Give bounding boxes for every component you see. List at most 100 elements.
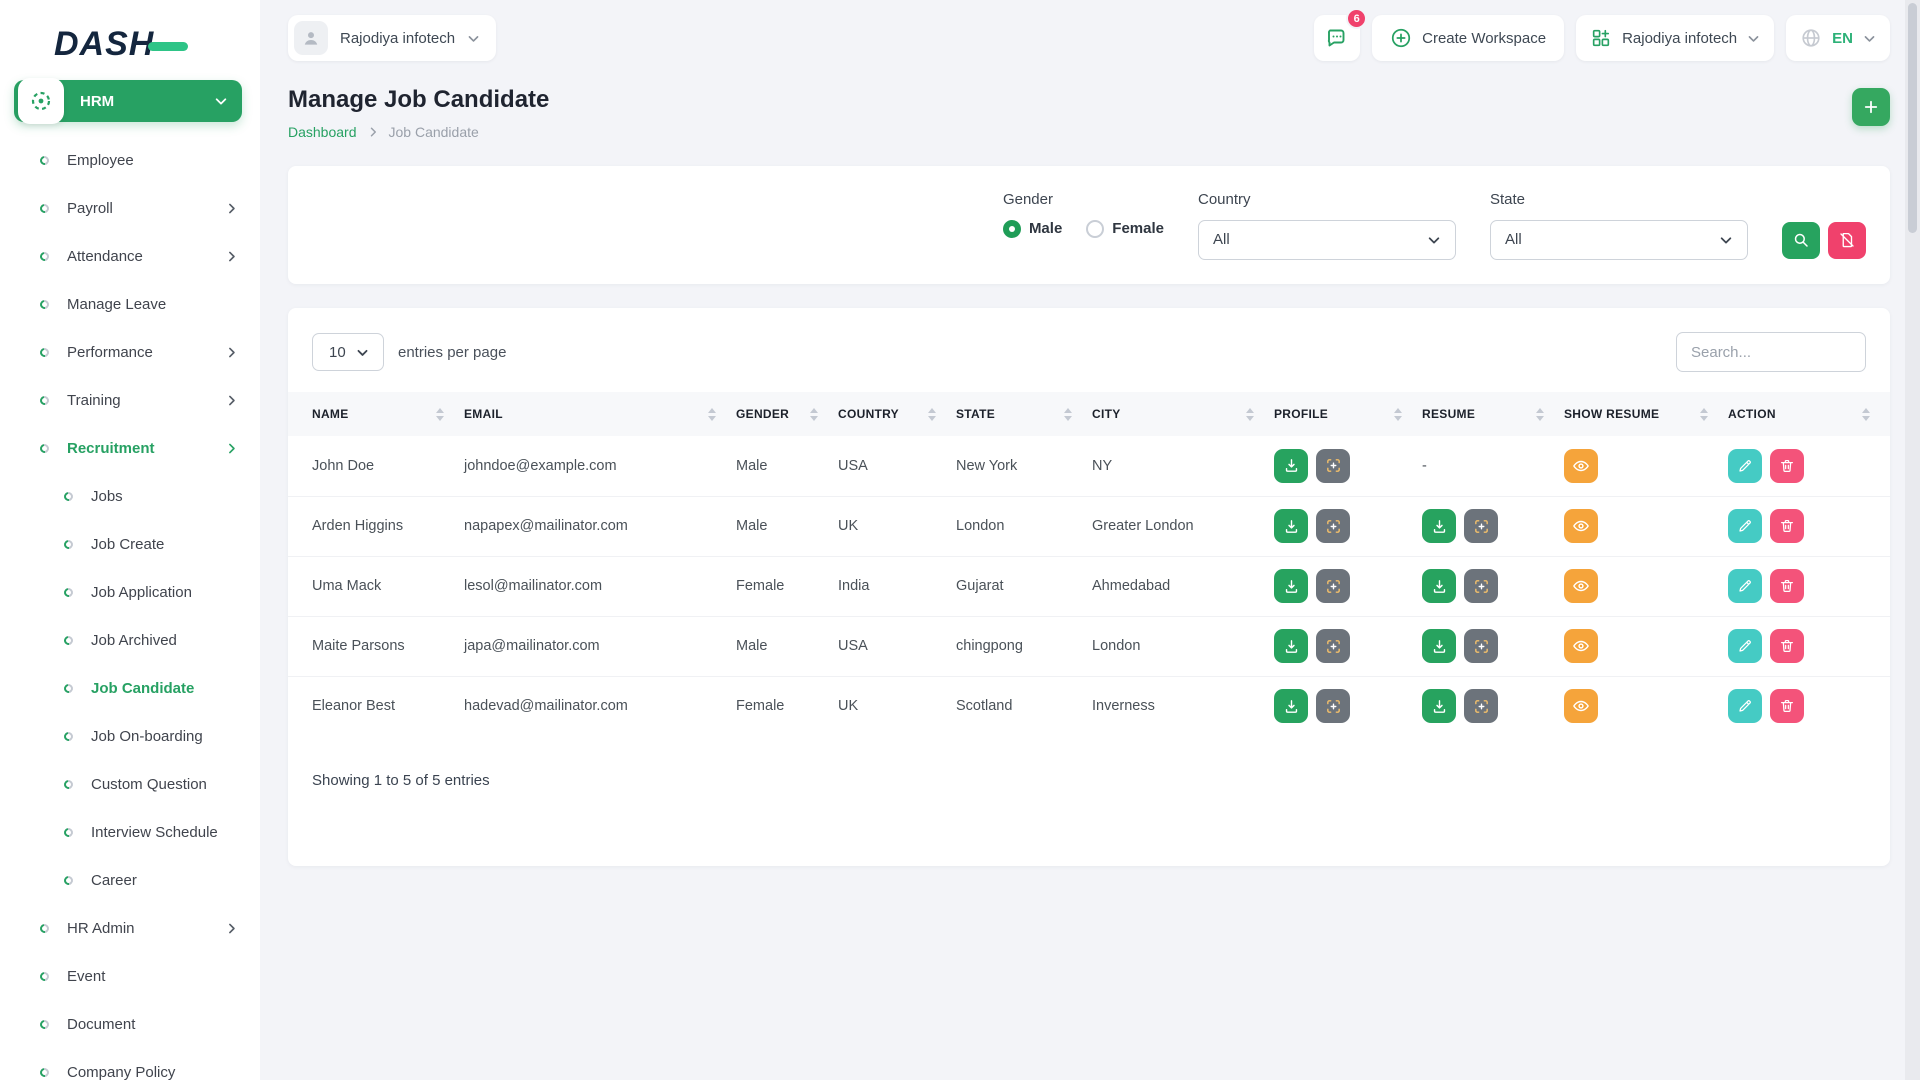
create-workspace-button[interactable]: Create Workspace xyxy=(1372,15,1564,61)
resume-download-button[interactable] xyxy=(1422,509,1456,543)
sidebar-item-job-create[interactable]: Job Create xyxy=(0,520,260,568)
sidebar-item-job-on-boarding[interactable]: Job On-boarding xyxy=(0,712,260,760)
profile-view-button[interactable] xyxy=(1316,629,1350,663)
delete-candidate-button[interactable] xyxy=(1770,509,1804,543)
cell-city: Greater London xyxy=(1092,496,1274,556)
resume-view-button[interactable] xyxy=(1464,689,1498,723)
delete-candidate-button[interactable] xyxy=(1770,629,1804,663)
profile-view-button[interactable] xyxy=(1316,689,1350,723)
edit-candidate-button[interactable] xyxy=(1728,509,1762,543)
sidebar-item-performance[interactable]: Performance xyxy=(0,328,260,376)
bullet-icon xyxy=(62,538,75,551)
profile-download-button[interactable] xyxy=(1274,689,1308,723)
column-label: ACTION xyxy=(1728,407,1776,421)
app-logo[interactable]: DASH xyxy=(0,0,260,64)
scan-view-icon xyxy=(1325,698,1342,715)
show-resume-button[interactable] xyxy=(1564,629,1598,663)
sidebar-item-document[interactable]: Document xyxy=(0,1000,260,1048)
sidebar-item-employee[interactable]: Employee xyxy=(0,136,260,184)
sidebar-item-job-application[interactable]: Job Application xyxy=(0,568,260,616)
column-header-email[interactable]: EMAIL xyxy=(464,392,736,436)
profile-download-button[interactable] xyxy=(1274,509,1308,543)
column-header-country[interactable]: COUNTRY xyxy=(838,392,956,436)
gender-female-radio[interactable]: Female xyxy=(1086,220,1164,238)
chat-bubble-icon xyxy=(1325,26,1349,50)
edit-candidate-button[interactable] xyxy=(1728,629,1762,663)
resume-download-button[interactable] xyxy=(1422,629,1456,663)
show-resume-button[interactable] xyxy=(1564,569,1598,603)
column-header-action[interactable]: ACTION xyxy=(1728,392,1890,436)
profile-download-button[interactable] xyxy=(1274,449,1308,483)
profile-view-button[interactable] xyxy=(1316,449,1350,483)
sidebar-item-training[interactable]: Training xyxy=(0,376,260,424)
resume-download-button[interactable] xyxy=(1422,689,1456,723)
resume-view-button[interactable] xyxy=(1464,509,1498,543)
edit-candidate-button[interactable] xyxy=(1728,689,1762,723)
column-header-gender[interactable]: GENDER xyxy=(736,392,838,436)
delete-candidate-button[interactable] xyxy=(1770,689,1804,723)
profile-download-button[interactable] xyxy=(1274,569,1308,603)
sidebar-item-custom-question[interactable]: Custom Question xyxy=(0,760,260,808)
column-header-show-resume[interactable]: SHOW RESUME xyxy=(1564,392,1728,436)
edit-candidate-button[interactable] xyxy=(1728,449,1762,483)
country-select[interactable]: All xyxy=(1198,220,1456,260)
sidebar-item-manage-leave[interactable]: Manage Leave xyxy=(0,280,260,328)
sidebar-item-career[interactable]: Career xyxy=(0,856,260,904)
chevron-right-icon xyxy=(225,250,238,263)
resume-view-button[interactable] xyxy=(1464,569,1498,603)
filter-search-button[interactable] xyxy=(1782,222,1820,259)
chevron-right-icon xyxy=(225,922,238,935)
language-selector[interactable]: EN xyxy=(1786,15,1890,61)
show-resume-button[interactable] xyxy=(1564,689,1598,723)
download-icon xyxy=(1283,578,1300,595)
gender-male-radio[interactable]: Male xyxy=(1003,220,1062,238)
column-header-resume[interactable]: RESUME xyxy=(1422,392,1564,436)
column-header-name[interactable]: NAME xyxy=(288,392,464,436)
column-header-profile[interactable]: PROFILE xyxy=(1274,392,1422,436)
bullet-icon xyxy=(38,970,51,983)
profile-view-button[interactable] xyxy=(1316,509,1350,543)
column-header-city[interactable]: CITY xyxy=(1092,392,1274,436)
profile-view-button[interactable] xyxy=(1316,569,1350,603)
state-select[interactable]: All xyxy=(1490,220,1748,260)
sidebar-item-payroll[interactable]: Payroll xyxy=(0,184,260,232)
edit-candidate-button[interactable] xyxy=(1728,569,1762,603)
sidebar-item-company-policy[interactable]: Company Policy xyxy=(0,1048,260,1080)
workspace-selector-label: Rajodiya infotech xyxy=(340,30,455,47)
download-icon xyxy=(1431,518,1448,535)
breadcrumb-dashboard-link[interactable]: Dashboard xyxy=(288,124,357,140)
scan-view-icon xyxy=(1325,518,1342,535)
resume-view-button[interactable] xyxy=(1464,629,1498,663)
show-resume-button[interactable] xyxy=(1564,509,1598,543)
table-search-input[interactable] xyxy=(1676,332,1866,372)
workspace-selector[interactable]: Rajodiya infotech xyxy=(288,15,496,61)
delete-candidate-button[interactable] xyxy=(1770,449,1804,483)
sidebar-item-job-candidate[interactable]: Job Candidate xyxy=(0,664,260,712)
delete-candidate-button[interactable] xyxy=(1770,569,1804,603)
add-candidate-button[interactable] xyxy=(1852,88,1890,126)
sidebar-item-interview-schedule[interactable]: Interview Schedule xyxy=(0,808,260,856)
company-selector[interactable]: Rajodiya infotech xyxy=(1576,15,1774,61)
sort-icon xyxy=(1246,408,1254,421)
sidebar-item-attendance[interactable]: Attendance xyxy=(0,232,260,280)
show-resume-button[interactable] xyxy=(1564,449,1598,483)
column-label: CITY xyxy=(1092,407,1121,421)
resume-download-button[interactable] xyxy=(1422,569,1456,603)
table-header-row: NAMEEMAILGENDERCOUNTRYSTATECITY PROFILERE… xyxy=(288,392,1890,436)
scrollbar-thumb[interactable] xyxy=(1908,3,1917,233)
sidebar-item-job-archived[interactable]: Job Archived xyxy=(0,616,260,664)
profile-download-button[interactable] xyxy=(1274,629,1308,663)
bullet-icon xyxy=(38,442,51,455)
filter-reset-button[interactable] xyxy=(1828,222,1866,259)
messages-button[interactable]: 6 xyxy=(1314,15,1360,61)
sidebar-item-event[interactable]: Event xyxy=(0,952,260,1000)
sidebar-item-label: Attendance xyxy=(67,248,143,265)
entries-per-page-select[interactable]: 10 xyxy=(312,333,384,371)
sidebar-item-recruitment[interactable]: Recruitment xyxy=(0,424,260,472)
column-header-state[interactable]: STATE xyxy=(956,392,1092,436)
sidebar-item-hr-admin[interactable]: HR Admin xyxy=(0,904,260,952)
scrollbar[interactable] xyxy=(1905,0,1920,1080)
sidebar-module-hrm[interactable]: HRM xyxy=(14,80,242,122)
sidebar-item-jobs[interactable]: Jobs xyxy=(0,472,260,520)
hrm-module-icon xyxy=(18,78,64,124)
